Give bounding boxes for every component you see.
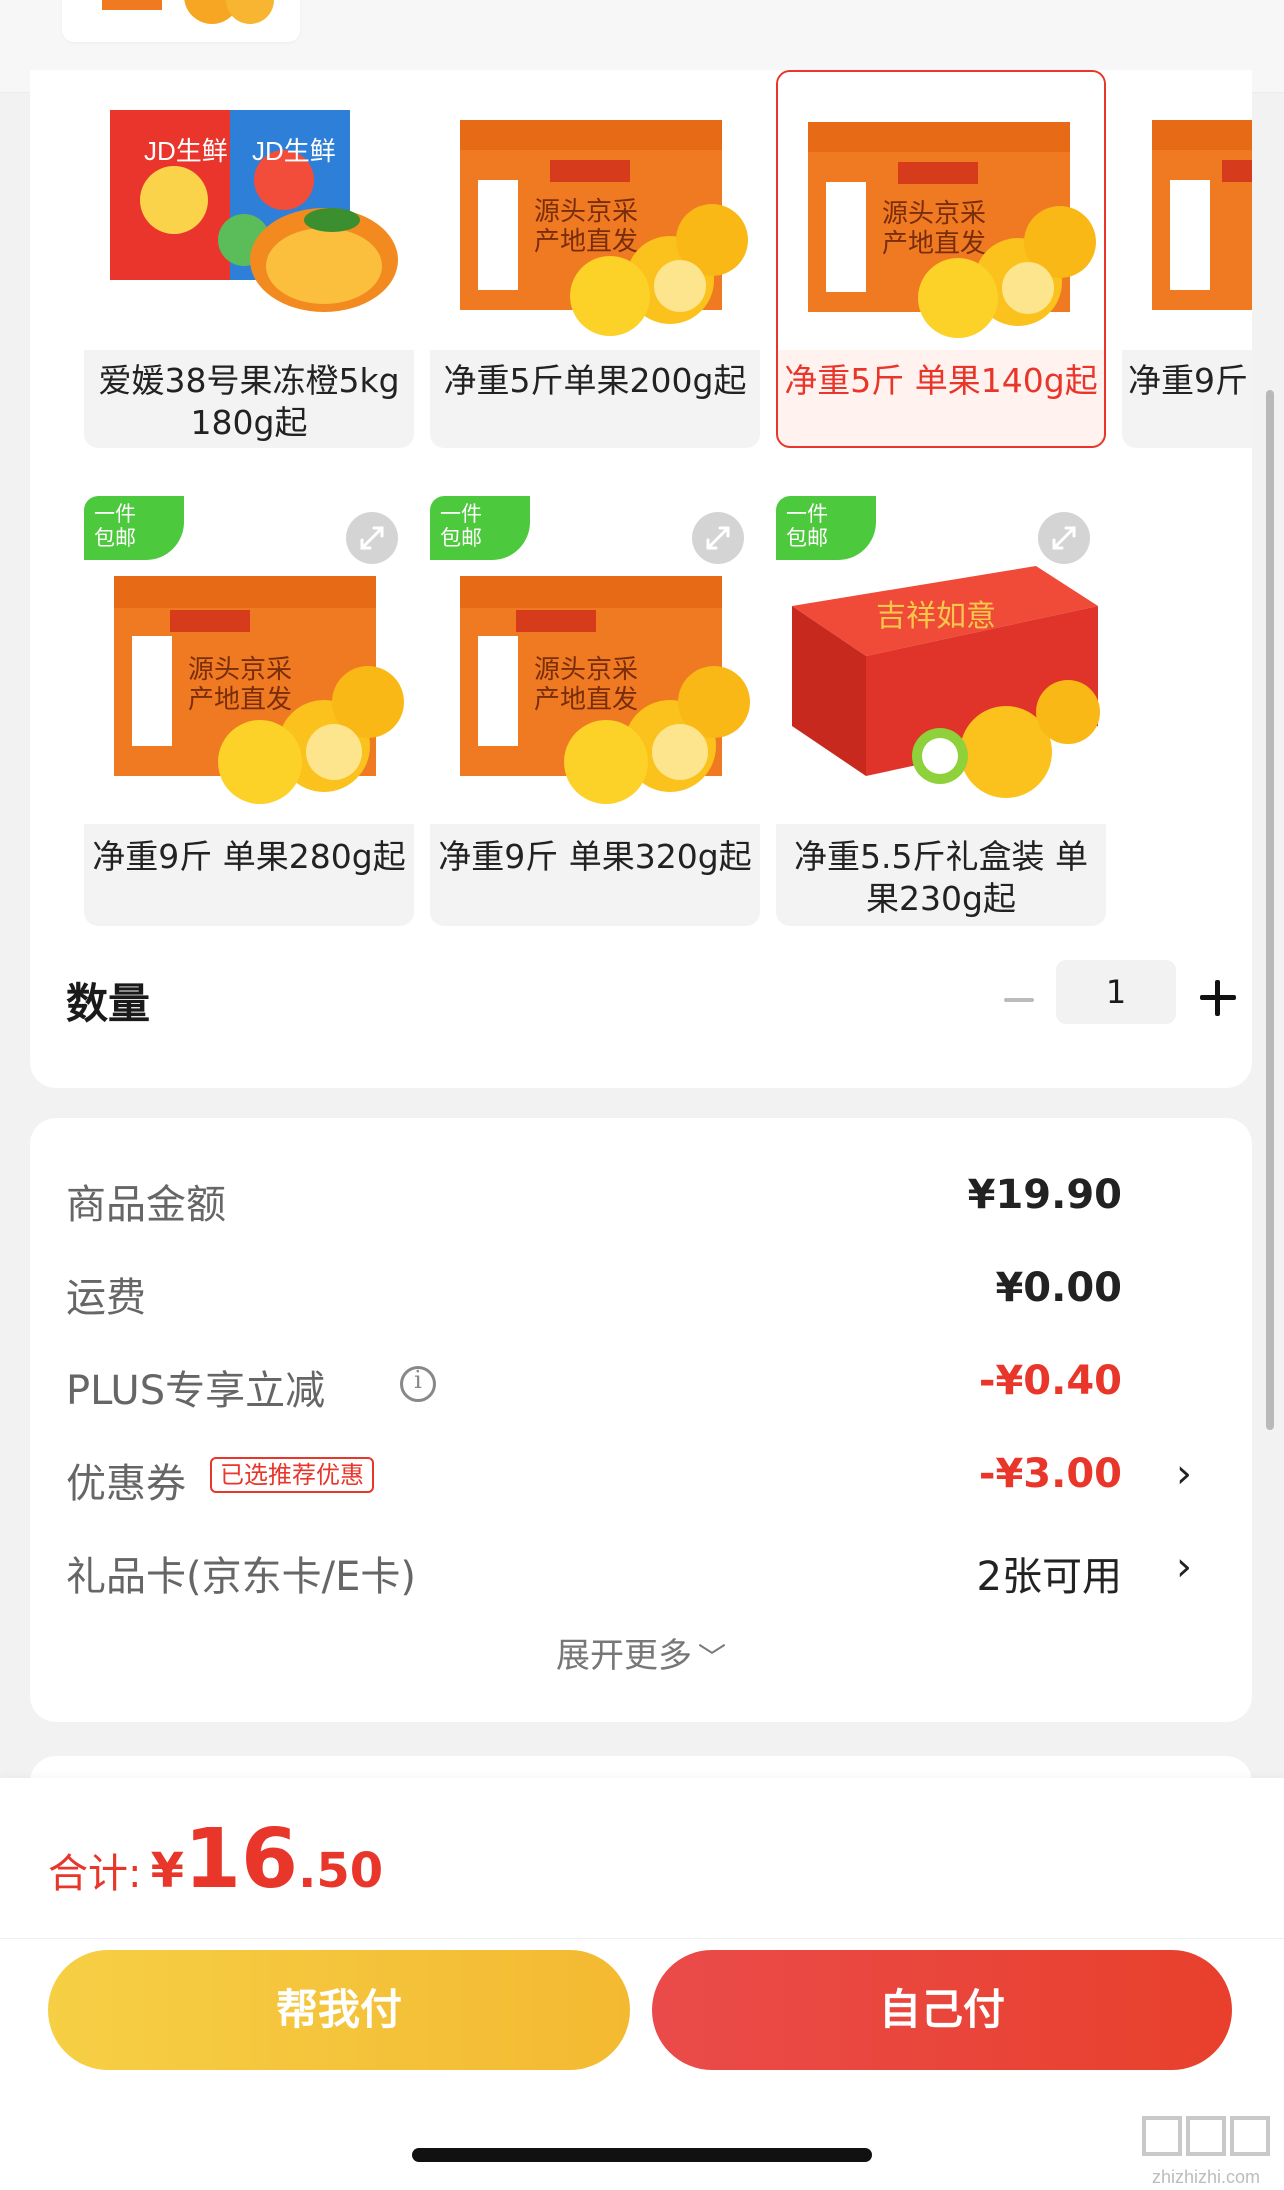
sku-label: 净重9斤 单果320g起 — [438, 837, 752, 876]
home-indicator[interactable] — [412, 2148, 872, 2162]
quantity-title: 数量 — [66, 979, 151, 1028]
shipping-label: 运费 — [66, 1275, 146, 1321]
sku-image — [1122, 70, 1252, 350]
watermark-text: zhizhizhi.com — [1151, 2167, 1261, 2187]
sku-option[interactable]: 源头京采 产地直发 净重5斤单果200g起 — [430, 70, 760, 448]
sku-label: 爱媛38号果冻橙5kg 180g起 — [98, 361, 400, 442]
sku-option[interactable]: 源头京采 产地直发 一件 包邮 净重9斤 单果280g起 — [84, 496, 414, 926]
plus-discount-value: -¥0.40 — [978, 1358, 1122, 1404]
quantity-increase-button[interactable] — [1192, 972, 1244, 1024]
svg-text:JD生鲜: JD生鲜 — [144, 136, 228, 166]
svg-text:产地直发: 产地直发 — [534, 685, 638, 715]
expand-image-button[interactable] — [346, 512, 398, 564]
scrollbar[interactable] — [1266, 390, 1274, 1430]
watermark: zhizhizhi.com — [1136, 2112, 1276, 2190]
svg-text:产地直发: 产地直发 — [534, 227, 638, 257]
chevron-down-icon: ﹀ — [697, 1641, 726, 1674]
divider — [0, 1938, 1284, 1939]
shipping-value: ¥0.00 — [995, 1265, 1122, 1311]
checkout-bottom-bar: 合计: ¥16.50 帮我付 自己付 — [0, 1778, 1284, 2190]
sku-label: 净重9斤 单果280g起 — [92, 837, 406, 876]
svg-text:产地直发: 产地直发 — [882, 229, 986, 259]
sku-option[interactable]: 净重9斤 — [1122, 70, 1252, 448]
svg-text:JD生鲜: JD生鲜 — [252, 136, 336, 166]
free-shipping-badge: 一件 包邮 — [430, 496, 530, 560]
svg-text:源头京采: 源头京采 — [534, 655, 638, 685]
svg-text:源头京采: 源头京采 — [882, 199, 986, 229]
quantity-input[interactable]: 1 — [1056, 960, 1176, 1024]
coupon-recommended-tag: 已选推荐优惠 — [210, 1457, 374, 1493]
checkout-page: JD生鲜 JD生鲜 爱媛38号果冻橙5kg 180g起 源头京采 产地直发 净重… — [0, 0, 1284, 2190]
coupon-label: 优惠券 — [66, 1461, 186, 1507]
sku-label: 净重5斤 单果140g起 — [784, 361, 1098, 400]
expand-more-button[interactable]: 展开更多 ﹀ — [30, 1628, 1252, 1677]
plus-discount-row: PLUS专享立减 -¥0.40 — [66, 1346, 1242, 1416]
sku-image: 源头京采 产地直发 — [430, 70, 760, 350]
expand-icon — [1052, 526, 1076, 550]
quantity-decrease-button[interactable] — [994, 976, 1042, 1024]
quantity-row: 数量 1 — [66, 960, 1236, 1040]
sku-image: 源头京采 产地直发 — [778, 72, 1104, 350]
product-thumbnail — [62, 0, 300, 42]
sku-selection-card: JD生鲜 JD生鲜 爱媛38号果冻橙5kg 180g起 源头京采 产地直发 净重… — [30, 70, 1252, 1088]
total-currency: ¥ — [150, 1843, 184, 1899]
svg-text:吉祥如意: 吉祥如意 — [876, 599, 996, 634]
total-integer: 16 — [183, 1812, 299, 1907]
price-breakdown-card: 商品金额 ¥19.90 运费 ¥0.00 PLUS专享立减 -¥0.40 优惠券… — [30, 1118, 1252, 1722]
order-total: 合计: ¥16.50 — [48, 1812, 383, 1907]
help-me-pay-button[interactable]: 帮我付 — [48, 1950, 630, 2070]
expand-image-button[interactable] — [1038, 512, 1090, 564]
expand-image-button[interactable] — [692, 512, 744, 564]
pay-myself-button[interactable]: 自己付 — [652, 1950, 1232, 2070]
shipping-row: 运费 ¥0.00 — [66, 1253, 1242, 1323]
svg-text:产地直发: 产地直发 — [188, 685, 292, 715]
expand-more-label: 展开更多 — [555, 1636, 692, 1676]
total-label: 合计: — [48, 1851, 142, 1897]
info-icon[interactable] — [400, 1366, 436, 1402]
sku-label: 净重9斤 — [1128, 361, 1248, 400]
goods-amount-value: ¥19.90 — [967, 1172, 1122, 1218]
svg-text:源头京采: 源头京采 — [188, 655, 292, 685]
goods-amount-label: 商品金额 — [66, 1182, 226, 1228]
sku-label: 净重5.5斤礼盒装 单果230g起 — [794, 837, 1088, 918]
chevron-right-icon: › — [1176, 1451, 1192, 1497]
sku-option-selected[interactable]: 源头京采 产地直发 净重5斤 单果140g起 — [776, 70, 1106, 448]
gift-card-value: 2张可用 — [976, 1554, 1122, 1600]
free-shipping-badge: 一件 包邮 — [776, 496, 876, 560]
expand-icon — [360, 526, 384, 550]
plus-discount-label: PLUS专享立减 — [66, 1368, 326, 1414]
watermark-logo-icon — [1142, 2116, 1270, 2156]
sku-label: 净重5斤单果200g起 — [443, 361, 747, 400]
sku-option[interactable]: 源头京采 产地直发 一件 包邮 净重9斤 单果320g起 — [430, 496, 760, 926]
total-decimal: .50 — [298, 1843, 384, 1899]
chevron-right-icon: › — [1176, 1544, 1192, 1590]
coupon-value: -¥3.00 — [978, 1451, 1122, 1497]
free-shipping-badge: 一件 包邮 — [84, 496, 184, 560]
gift-card-label: 礼品卡(京东卡/E卡) — [66, 1554, 416, 1600]
sku-image: JD生鲜 JD生鲜 — [84, 70, 414, 350]
gift-card-row[interactable]: 礼品卡(京东卡/E卡) 2张可用 › — [66, 1532, 1242, 1602]
sku-option[interactable]: 吉祥如意 一件 包邮 净重5.5斤礼盒装 单果230g起 — [776, 496, 1106, 926]
sku-option[interactable]: JD生鲜 JD生鲜 爱媛38号果冻橙5kg 180g起 — [84, 70, 414, 448]
svg-text:源头京采: 源头京采 — [534, 197, 638, 227]
goods-amount-row: 商品金额 ¥19.90 — [66, 1160, 1242, 1230]
expand-icon — [706, 526, 730, 550]
coupon-row[interactable]: 优惠券 已选推荐优惠 -¥3.00 › — [66, 1439, 1242, 1509]
